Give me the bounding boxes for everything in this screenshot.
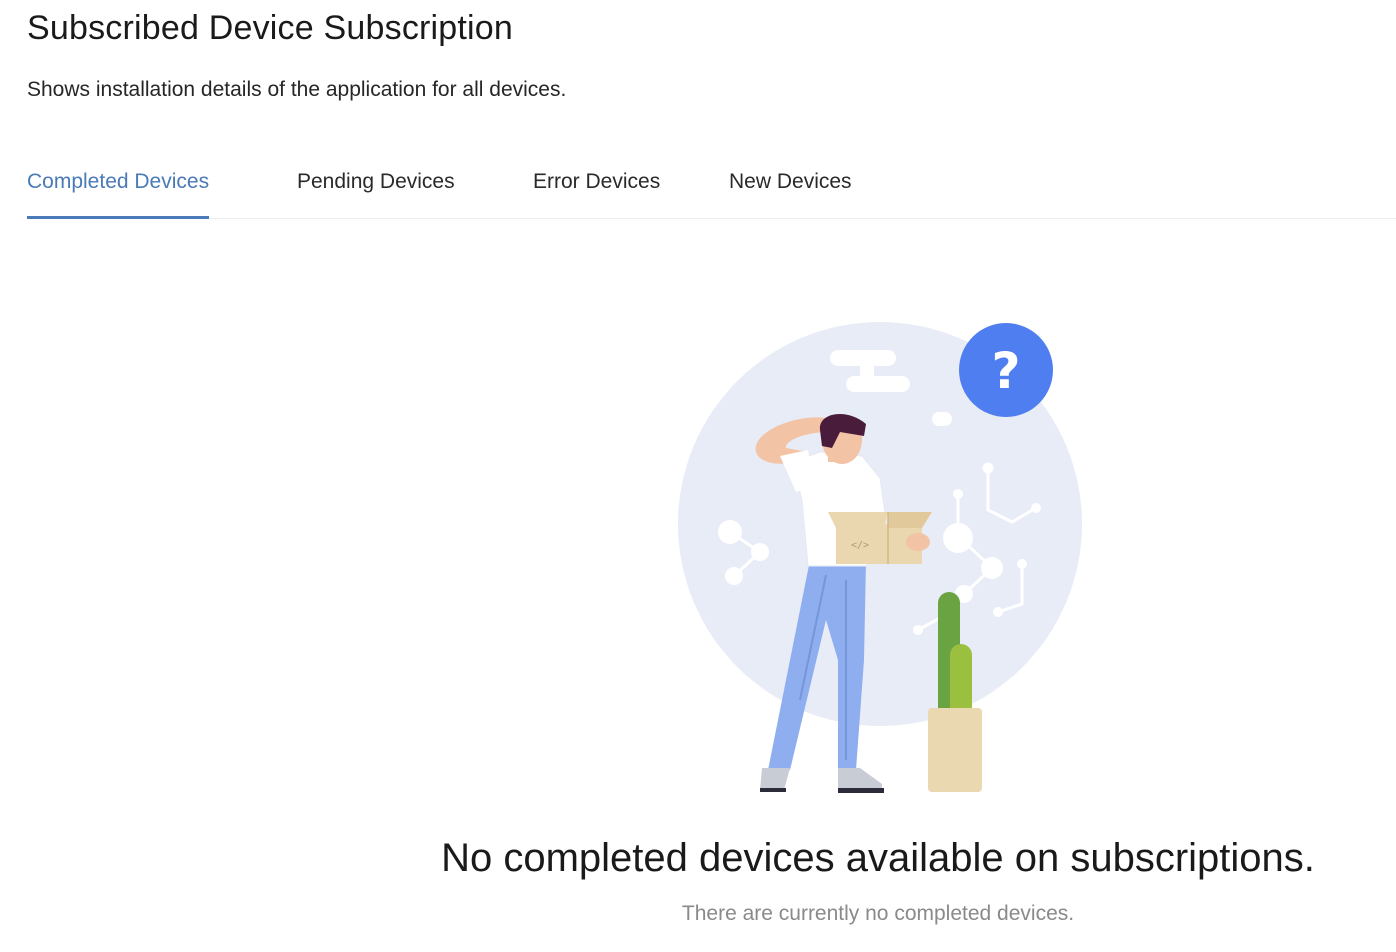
empty-state-illustration: ? </> xyxy=(678,322,1082,793)
tab-new-devices[interactable]: New Devices xyxy=(729,150,852,218)
question-badge-glyph: ? xyxy=(991,342,1020,400)
device-status-tabs: Completed Devices Pending Devices Error … xyxy=(27,150,1396,219)
empty-state-title: No completed devices available on subscr… xyxy=(441,836,1315,880)
tab-error-devices[interactable]: Error Devices xyxy=(533,150,660,218)
tab-completed-devices[interactable]: Completed Devices xyxy=(27,150,210,219)
svg-text:</>: </> xyxy=(851,540,869,551)
tab-pending-devices[interactable]: Pending Devices xyxy=(297,150,455,218)
page-title: Subscribed Device Subscription xyxy=(27,9,514,47)
page-subtitle: Shows installation details of the applic… xyxy=(27,78,567,101)
question-mark-icon: ? xyxy=(959,323,1053,417)
empty-state-message: There are currently no completed devices… xyxy=(681,902,1075,925)
